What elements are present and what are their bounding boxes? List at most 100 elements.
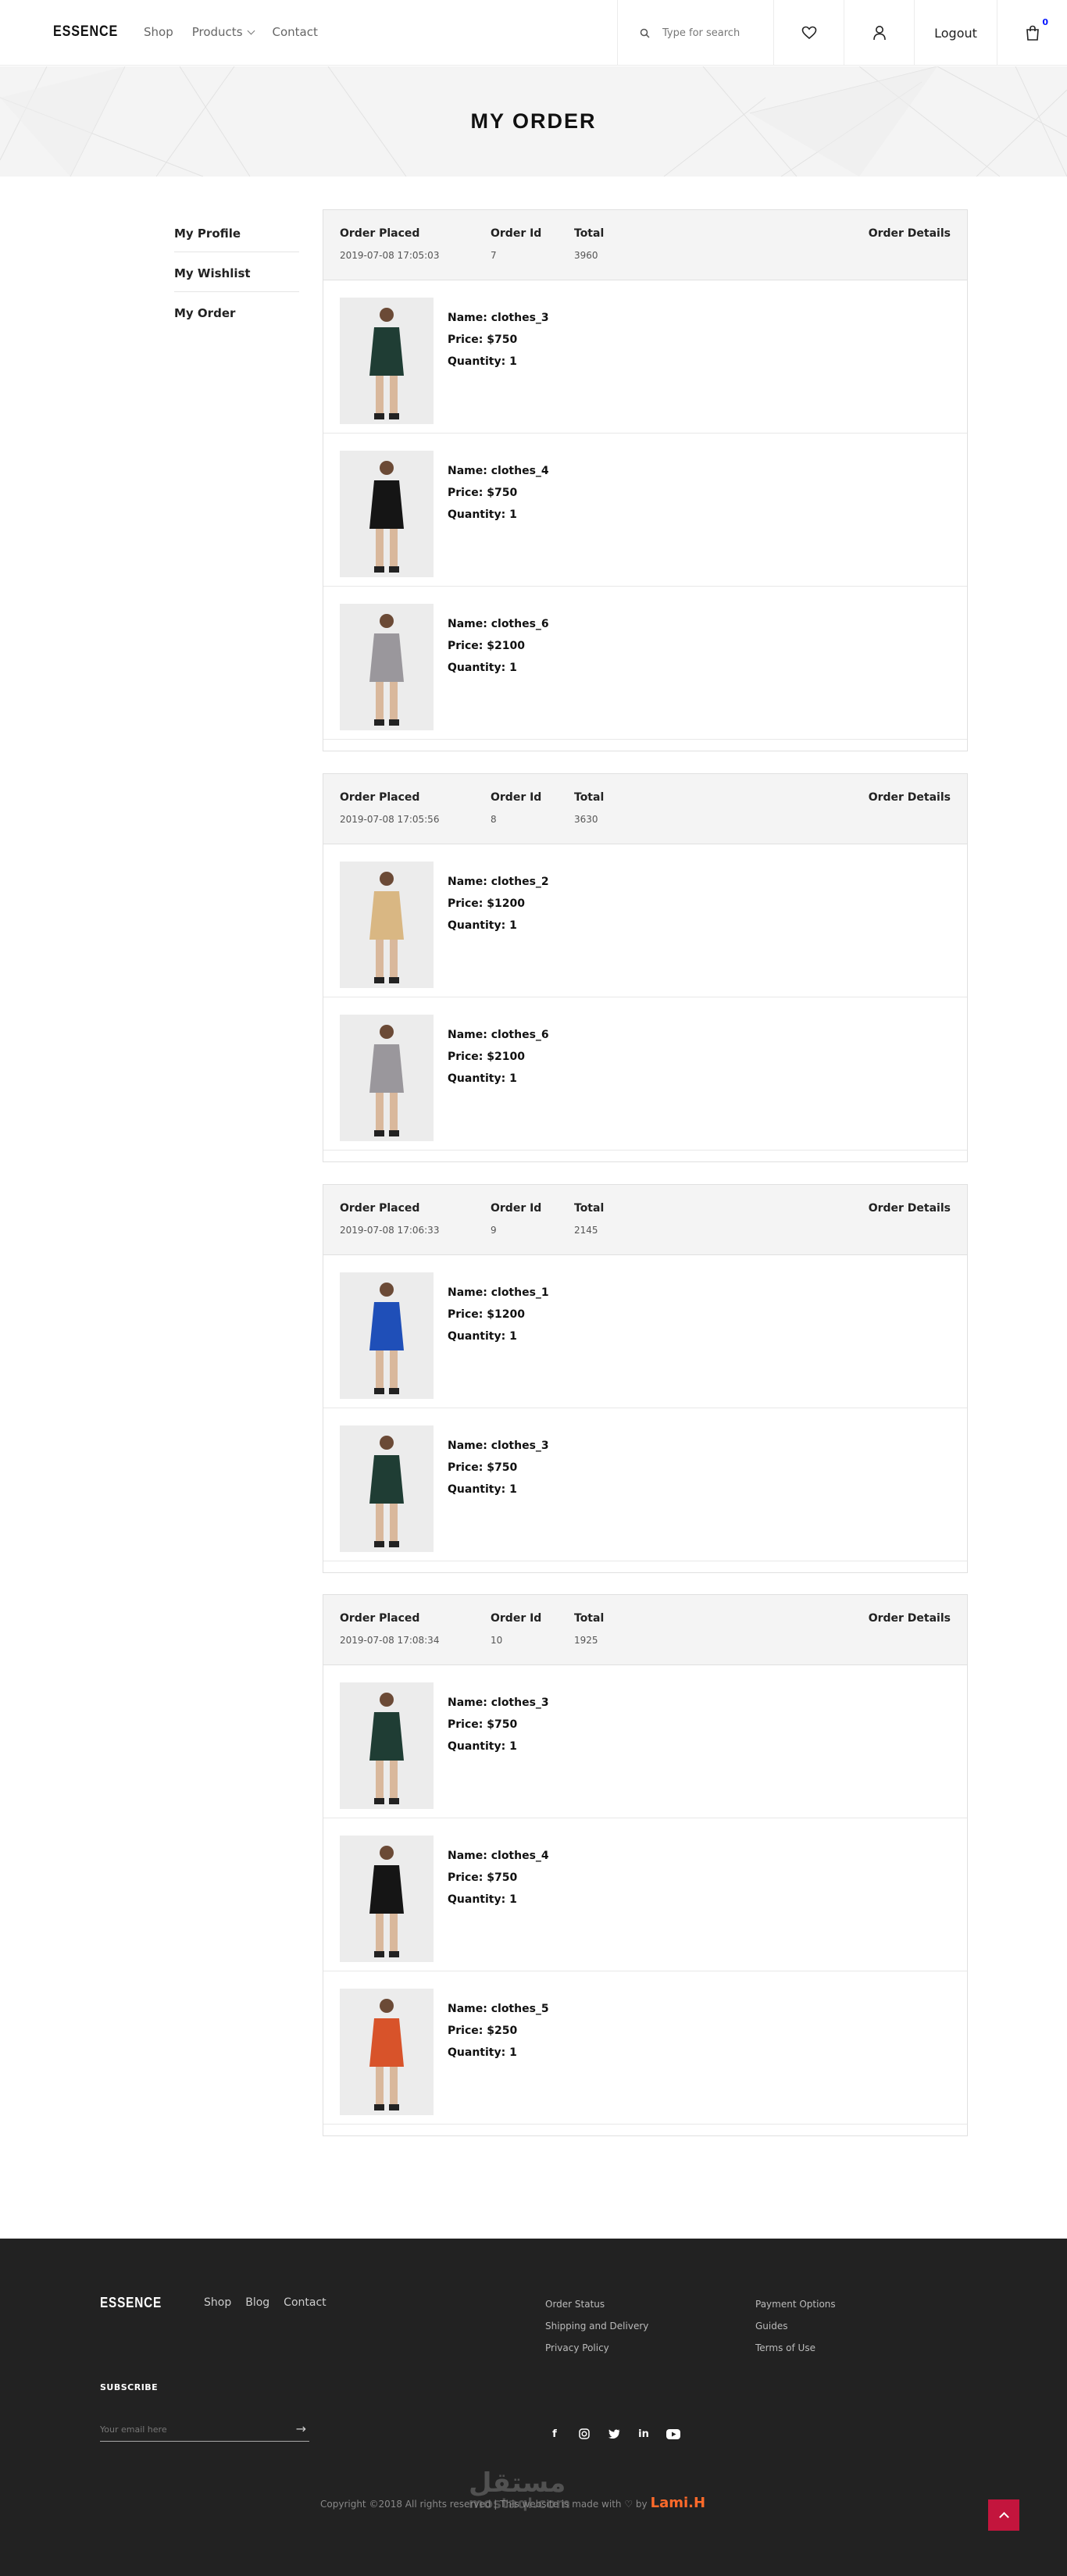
order-footer-spacer bbox=[323, 740, 967, 751]
product-quantity: Quantity: 1 bbox=[448, 355, 517, 368]
order-total-label: Total bbox=[574, 227, 605, 240]
search-box bbox=[617, 0, 773, 66]
footer-logo[interactable]: ESSENCE bbox=[100, 2295, 162, 2311]
arrow-right-icon[interactable]: → bbox=[296, 2421, 306, 2436]
order-placed-value: 2019-07-08 17:05:03 bbox=[340, 250, 440, 261]
product-name[interactable]: Name: clothes_6 bbox=[448, 613, 549, 635]
scroll-top-button[interactable] bbox=[988, 2499, 1019, 2531]
product-quantity: Quantity: 1 bbox=[448, 1483, 517, 1496]
heart-icon bbox=[801, 26, 816, 40]
order-item: Name: clothes_3 Price: $750 Quantity: 1 bbox=[323, 1665, 967, 1818]
linkedin-icon[interactable]: in bbox=[636, 2426, 651, 2442]
product-image[interactable] bbox=[340, 1989, 434, 2115]
product-image[interactable] bbox=[340, 298, 434, 424]
footer-nav-contact[interactable]: Contact bbox=[284, 2296, 326, 2309]
product-info: Name: clothes_2 Price: $1200 Quantity: 1 bbox=[448, 871, 549, 937]
copyright-text: Copyright ©2018 All rights reserved | Th… bbox=[320, 2499, 648, 2510]
page-title: MY ORDER bbox=[470, 109, 597, 133]
product-name[interactable]: Name: clothes_1 bbox=[448, 1282, 549, 1304]
author-link[interactable]: Lami.H bbox=[651, 2495, 705, 2511]
product-quantity: Quantity: 1 bbox=[448, 1893, 517, 1906]
order-placed-label: Order Placed bbox=[340, 227, 420, 240]
product-image[interactable] bbox=[340, 1272, 434, 1399]
footer-link-terms[interactable]: Terms of Use bbox=[755, 2337, 836, 2359]
product-image[interactable] bbox=[340, 1682, 434, 1809]
order-card: Order Placed 2019-07-08 17:06:33 Order Id 9… bbox=[323, 1184, 968, 1573]
search-icon bbox=[640, 28, 650, 38]
order-id-value: 7 bbox=[491, 250, 497, 261]
product-image[interactable] bbox=[340, 1015, 434, 1141]
facebook-icon[interactable]: f bbox=[547, 2426, 562, 2442]
product-image[interactable] bbox=[340, 604, 434, 730]
footer-link-payment[interactable]: Payment Options bbox=[755, 2293, 836, 2315]
product-name[interactable]: Name: clothes_2 bbox=[448, 871, 549, 893]
order-header: Order Placed 2019-07-08 17:05:03 Order Id 7… bbox=[323, 210, 967, 280]
product-price: Price: $750 bbox=[448, 1461, 518, 1474]
order-details-link[interactable]: Order Details bbox=[869, 791, 951, 804]
product-name[interactable]: Name: clothes_4 bbox=[448, 1845, 549, 1867]
order-id-label: Order Id bbox=[491, 791, 542, 804]
nav-contact[interactable]: Contact bbox=[273, 25, 318, 39]
product-image[interactable] bbox=[340, 1836, 434, 1962]
order-item: Name: clothes_3 Price: $750 Quantity: 1 bbox=[323, 1408, 967, 1561]
instagram-icon[interactable] bbox=[576, 2426, 592, 2442]
product-image[interactable] bbox=[340, 451, 434, 577]
twitter-icon[interactable] bbox=[606, 2426, 622, 2442]
footer-link-guides[interactable]: Guides bbox=[755, 2315, 836, 2337]
wishlist-button[interactable] bbox=[773, 0, 844, 66]
order-header: Order Placed 2019-07-08 17:08:34 Order Id 1… bbox=[323, 1595, 967, 1665]
footer-link-shipping[interactable]: Shipping and Delivery bbox=[545, 2315, 648, 2337]
product-price: Price: $1200 bbox=[448, 897, 525, 910]
footer-nav-blog[interactable]: Blog bbox=[245, 2296, 269, 2309]
site-logo[interactable]: ESSENCE bbox=[53, 23, 118, 41]
product-quantity: Quantity: 1 bbox=[448, 1740, 517, 1753]
product-quantity: Quantity: 1 bbox=[448, 508, 517, 521]
order-placed-label: Order Placed bbox=[340, 791, 420, 804]
product-price: Price: $2100 bbox=[448, 640, 525, 652]
product-name[interactable]: Name: clothes_6 bbox=[448, 1024, 549, 1046]
order-item: Name: clothes_4 Price: $750 Quantity: 1 bbox=[323, 433, 967, 587]
order-id-value: 9 bbox=[491, 1225, 497, 1236]
sidebar-item-my-wishlist[interactable]: My Wishlist bbox=[174, 262, 299, 292]
product-name[interactable]: Name: clothes_5 bbox=[448, 1998, 549, 2020]
product-image[interactable] bbox=[340, 862, 434, 988]
logout-button[interactable]: Logout bbox=[914, 0, 997, 66]
product-name[interactable]: Name: clothes_3 bbox=[448, 1692, 549, 1714]
order-details-link[interactable]: Order Details bbox=[869, 1202, 951, 1215]
nav-products[interactable]: Products bbox=[191, 25, 255, 39]
chevron-down-icon bbox=[247, 27, 255, 34]
order-total-value: 3960 bbox=[574, 250, 598, 261]
product-quantity: Quantity: 1 bbox=[448, 662, 517, 674]
nav-products-label: Products bbox=[191, 25, 243, 39]
order-item: Name: clothes_6 Price: $2100 Quantity: 1 bbox=[323, 997, 967, 1151]
chevron-up-icon bbox=[998, 2511, 1009, 2522]
youtube-icon[interactable] bbox=[666, 2426, 681, 2442]
product-name[interactable]: Name: clothes_3 bbox=[448, 1435, 549, 1457]
product-price: Price: $750 bbox=[448, 487, 518, 499]
search-input[interactable] bbox=[662, 27, 764, 39]
nav-shop[interactable]: Shop bbox=[144, 25, 173, 39]
footer-link-order-status[interactable]: Order Status bbox=[545, 2293, 648, 2315]
product-info: Name: clothes_3 Price: $750 Quantity: 1 bbox=[448, 1692, 549, 1757]
order-item: Name: clothes_2 Price: $1200 Quantity: 1 bbox=[323, 844, 967, 997]
product-image[interactable] bbox=[340, 1425, 434, 1552]
product-name[interactable]: Name: clothes_3 bbox=[448, 307, 549, 329]
order-card: Order Placed 2019-07-08 17:05:56 Order Id 8… bbox=[323, 773, 968, 1162]
product-name[interactable]: Name: clothes_4 bbox=[448, 460, 549, 482]
order-placed-value: 2019-07-08 17:06:33 bbox=[340, 1225, 440, 1236]
email-input[interactable] bbox=[100, 2418, 280, 2440]
account-button[interactable] bbox=[844, 0, 914, 66]
order-details-link[interactable]: Order Details bbox=[869, 1612, 951, 1625]
sidebar-item-my-profile[interactable]: My Profile bbox=[174, 222, 299, 252]
order-item: Name: clothes_1 Price: $1200 Quantity: 1 bbox=[323, 1255, 967, 1408]
footer-link-privacy[interactable]: Privacy Policy bbox=[545, 2337, 648, 2359]
order-footer-spacer bbox=[323, 1151, 967, 1161]
sidebar-item-my-order[interactable]: My Order bbox=[174, 301, 299, 331]
order-details-link[interactable]: Order Details bbox=[869, 227, 951, 240]
footer-nav-shop[interactable]: Shop bbox=[204, 2296, 231, 2309]
subscribe-form: → bbox=[100, 2418, 309, 2442]
order-id-label: Order Id bbox=[491, 227, 542, 240]
product-quantity: Quantity: 1 bbox=[448, 1072, 517, 1085]
cart-button[interactable]: 0 bbox=[997, 0, 1067, 66]
page-banner: MY ORDER bbox=[0, 66, 1067, 177]
